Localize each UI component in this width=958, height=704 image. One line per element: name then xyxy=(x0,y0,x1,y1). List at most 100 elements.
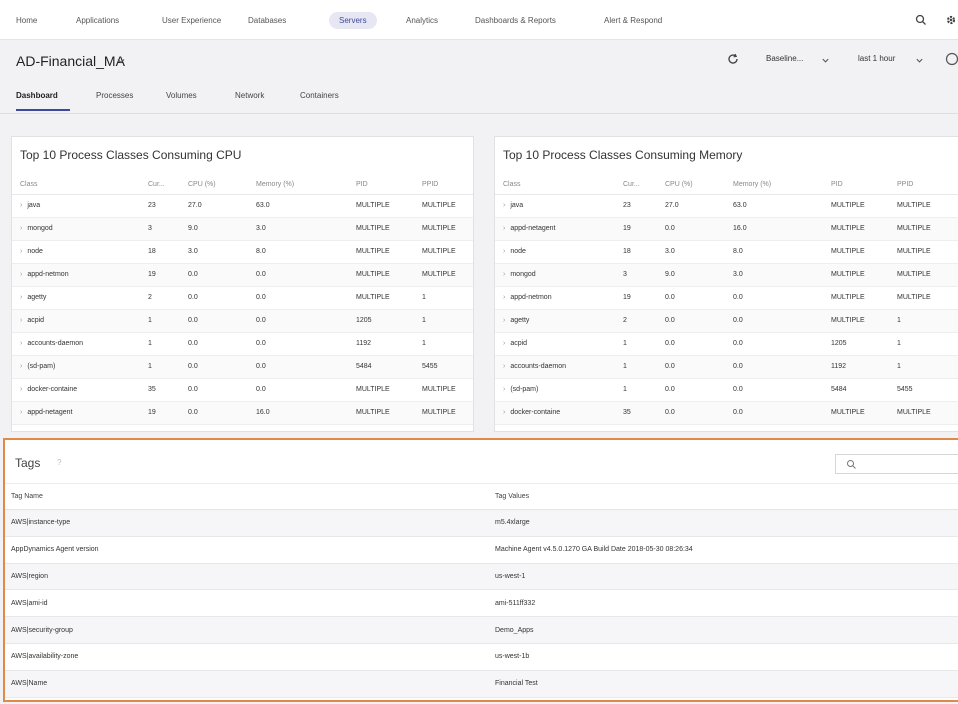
help-icon[interactable] xyxy=(944,51,958,67)
table-row[interactable]: › docker-containe 35 0.0 0.0 MULTIPLE MULTIPLE xyxy=(495,401,958,425)
table-row[interactable]: › acpid 1 0.0 0.0 1205 1 xyxy=(495,332,958,356)
expand-icon[interactable]: › xyxy=(20,225,22,232)
table-row[interactable]: AWS|ami-id ami-511ff332 xyxy=(5,589,958,618)
expand-icon[interactable]: › xyxy=(503,317,505,324)
tab-containers[interactable]: Containers xyxy=(300,91,339,100)
tab-network[interactable]: Network xyxy=(235,91,264,100)
table-row[interactable]: AWS|Name Financial Test xyxy=(5,670,958,698)
tab-processes[interactable]: Processes xyxy=(96,91,133,100)
table-row[interactable]: › docker-containe 35 0.0 0.0 MULTIPLE MULTIPLE xyxy=(12,378,473,402)
gear-icon[interactable] xyxy=(943,12,958,28)
table-row[interactable]: › agetty 2 0.0 0.0 MULTIPLE 1 xyxy=(495,309,958,333)
table-row[interactable]: › java 23 27.0 63.0 MULTIPLE MULTIPLE xyxy=(12,194,473,218)
table-row[interactable]: › node 18 3.0 8.0 MULTIPLE MULTIPLE xyxy=(12,240,473,264)
table-row[interactable]: › accounts-daemon 1 0.0 0.0 1192 1 xyxy=(495,355,958,379)
table-cell: 0.0 xyxy=(665,401,733,425)
expand-icon[interactable]: › xyxy=(20,294,22,301)
table-row[interactable]: › (sd-pam) 1 0.0 0.0 5484 5455 xyxy=(495,378,958,402)
time-range-dropdown[interactable]: last 1 hour xyxy=(858,54,895,63)
nav-item-user-experience[interactable]: User Experience xyxy=(162,12,221,29)
chevron-down-icon[interactable] xyxy=(116,56,126,66)
table-row[interactable]: › appd-netagent 19 0.0 16.0 MULTIPLE MULTIPLE xyxy=(495,217,958,241)
column-header[interactable]: PPID xyxy=(422,175,473,195)
column-header[interactable]: PID xyxy=(356,175,422,195)
table-row[interactable]: › mongod 3 9.0 3.0 MULTIPLE MULTIPLE xyxy=(495,263,958,287)
tag-name-cell: AWS|ami-id xyxy=(5,589,495,618)
expand-icon[interactable]: › xyxy=(503,225,505,232)
table-row[interactable]: AppDynamics Agent version Machine Agent v… xyxy=(5,536,958,564)
nav-item-alert-respond[interactable]: Alert & Respond xyxy=(604,12,662,29)
table-cell: 18 xyxy=(623,240,665,264)
tags-search-box[interactable] xyxy=(835,454,958,474)
expand-icon[interactable]: › xyxy=(503,340,505,347)
table-row[interactable]: › appd-netmon 19 0.0 0.0 MULTIPLE MULTIPLE xyxy=(12,263,473,287)
expand-icon[interactable]: › xyxy=(20,409,22,416)
table-row[interactable]: › appd-netagent 19 0.0 16.0 MULTIPLE MULTIPLE xyxy=(12,401,473,425)
refresh-icon[interactable] xyxy=(726,52,740,66)
table-row[interactable]: › appd-netmon 19 0.0 0.0 MULTIPLE MULTIPLE xyxy=(495,286,958,310)
expand-icon[interactable]: › xyxy=(20,363,22,370)
nav-item-analytics[interactable]: Analytics xyxy=(406,12,438,29)
table-row[interactable]: › (sd-pam) 1 0.0 0.0 5484 5455 xyxy=(12,355,473,379)
table-row[interactable]: › agetty 2 0.0 0.0 MULTIPLE 1 xyxy=(12,286,473,310)
process-class-name: node xyxy=(27,248,43,255)
column-header[interactable]: Cur... xyxy=(623,175,665,195)
tags-search-input[interactable] xyxy=(866,457,956,471)
table-row[interactable]: › mongod 3 9.0 3.0 MULTIPLE MULTIPLE xyxy=(12,217,473,241)
baseline-dropdown[interactable]: Baseline... xyxy=(766,54,803,63)
nav-item-databases[interactable]: Databases xyxy=(248,12,286,29)
column-header[interactable]: Cur... xyxy=(148,175,188,195)
table-row[interactable]: › acpid 1 0.0 0.0 1205 1 xyxy=(12,309,473,333)
column-header[interactable]: PPID xyxy=(897,175,958,195)
column-header[interactable]: CPU (%) xyxy=(188,175,256,195)
expand-icon[interactable]: › xyxy=(503,248,505,255)
search-icon[interactable] xyxy=(913,12,929,28)
expand-icon[interactable]: › xyxy=(20,248,22,255)
expand-icon[interactable]: › xyxy=(20,202,22,209)
table-cell: MULTIPLE xyxy=(831,401,897,425)
column-header[interactable]: PID xyxy=(831,175,897,195)
panel-title: Top 10 Process Classes Consuming CPU xyxy=(20,148,242,162)
column-header[interactable]: Class xyxy=(495,175,623,195)
column-header[interactable]: Class xyxy=(12,175,148,195)
table-row[interactable]: › java 23 27.0 63.0 MULTIPLE MULTIPLE xyxy=(495,194,958,218)
column-header[interactable]: Tag Values xyxy=(495,483,958,510)
nav-item-applications[interactable]: Applications xyxy=(76,12,119,29)
table-row[interactable]: › node 18 3.0 8.0 MULTIPLE MULTIPLE xyxy=(495,240,958,264)
column-header[interactable]: Memory (%) xyxy=(256,175,356,195)
active-tab-indicator xyxy=(16,109,70,111)
tab-dashboard[interactable]: Dashboard xyxy=(16,91,58,100)
table-cell: 0.0 xyxy=(256,286,356,310)
expand-icon[interactable]: › xyxy=(20,340,22,347)
table-cell: 3.0 xyxy=(665,240,733,264)
tab-volumes[interactable]: Volumes xyxy=(166,91,197,100)
expand-icon[interactable]: › xyxy=(20,271,22,278)
nav-item-servers[interactable]: Servers xyxy=(329,12,377,29)
expand-icon[interactable]: › xyxy=(503,294,505,301)
expand-icon[interactable]: › xyxy=(503,271,505,278)
nav-item-dashboards-reports[interactable]: Dashboards & Reports xyxy=(475,12,556,29)
expand-icon[interactable]: › xyxy=(20,317,22,324)
expand-icon[interactable]: › xyxy=(503,363,505,370)
chevron-down-icon[interactable] xyxy=(915,56,924,65)
table-row[interactable]: AWS|instance-type m5.4xlarge xyxy=(5,509,958,537)
help-icon[interactable]: ? xyxy=(57,458,61,467)
table-row[interactable]: AWS|availability-zone us-west-1b xyxy=(5,643,958,671)
column-header[interactable]: Memory (%) xyxy=(733,175,831,195)
table-cell: 0.0 xyxy=(665,217,733,241)
tags-title: Tags xyxy=(15,456,41,470)
expand-icon[interactable]: › xyxy=(20,386,22,393)
expand-icon[interactable]: › xyxy=(503,202,505,209)
column-header[interactable]: CPU (%) xyxy=(665,175,733,195)
table-row[interactable]: AWS|region us-west-1 xyxy=(5,563,958,591)
memory-process-panel: Top 10 Process Classes Consuming Memory … xyxy=(494,136,958,432)
table-cell: MULTIPLE xyxy=(356,401,422,425)
table-row[interactable]: AWS|security-group Demo_Apps xyxy=(5,616,958,644)
tags-table: Tag Name Tag Values AWS|instance-type m5.… xyxy=(5,483,958,698)
expand-icon[interactable]: › xyxy=(503,409,505,416)
nav-item-home[interactable]: Home xyxy=(16,12,37,29)
expand-icon[interactable]: › xyxy=(503,386,505,393)
column-header[interactable]: Tag Name xyxy=(5,483,495,510)
chevron-down-icon[interactable] xyxy=(821,56,830,65)
table-row[interactable]: › accounts-daemon 1 0.0 0.0 1192 1 xyxy=(12,332,473,356)
